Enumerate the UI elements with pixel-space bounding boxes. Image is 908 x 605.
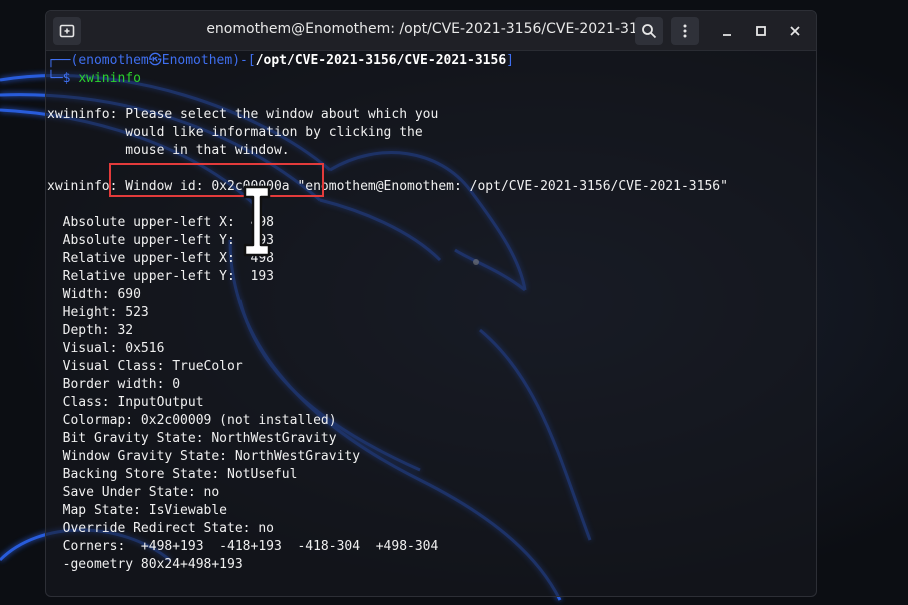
output-line: Visual: 0x516 — [47, 341, 165, 356]
prompt-line-1: ┌──(enomothem㉿Enomothem)-[/opt/CVE-2021-… — [47, 53, 514, 68]
output-line: xwininfo: Please select the window about… — [47, 107, 439, 122]
prompt-line-2: └─$ xwininfo — [47, 71, 141, 86]
output-line: Corners: +498+193 -418+193 -418-304 +498… — [47, 539, 439, 554]
terminal-output[interactable]: ┌──(enomothem㉿Enomothem)-[/opt/CVE-2021-… — [46, 50, 816, 596]
output-line: Relative upper-left X: 498 — [47, 251, 274, 266]
output-line: Relative upper-left Y: 193 — [47, 269, 274, 284]
search-button[interactable] — [635, 17, 663, 45]
output-line: Colormap: 0x2c00009 (not installed) — [47, 413, 337, 428]
text-cursor-icon — [243, 185, 271, 257]
close-icon — [790, 26, 800, 36]
output-line: -geometry 80x24+498+193 — [47, 557, 243, 572]
output-line: Visual Class: TrueColor — [47, 359, 243, 374]
title-bar[interactable]: enomothem@Enomothem: /opt/CVE-2021-3156/… — [46, 11, 816, 51]
output-line: would like information by clicking the — [47, 125, 423, 140]
output-line: Map State: IsViewable — [47, 503, 228, 518]
output-line: Absolute upper-left Y: 193 — [47, 233, 274, 248]
typed-command: xwininfo — [78, 71, 141, 86]
output-line: Window Gravity State: NorthWestGravity — [47, 449, 361, 464]
output-line: Width: 690 — [47, 287, 141, 302]
prompt-user-host: enomothem㉿Enomothem — [78, 53, 233, 68]
output-line: Override Redirect State: no — [47, 521, 274, 536]
prompt-cwd: /opt/CVE-2021-3156/CVE-2021-3156 — [255, 53, 507, 68]
terminal-window[interactable]: enomothem@Enomothem: /opt/CVE-2021-3156/… — [45, 10, 817, 597]
close-button[interactable] — [784, 20, 806, 42]
window-id-highlight-box — [109, 163, 324, 197]
output-line: Class: InputOutput — [47, 395, 204, 410]
output-line: Depth: 32 — [47, 323, 134, 338]
output-line: Border width: 0 — [47, 377, 181, 392]
window-title: enomothem@Enomothem: /opt/CVE-2021-3156/… — [206, 21, 656, 37]
minimize-icon — [723, 34, 731, 36]
output-line: mouse in that window. — [47, 143, 290, 158]
output-line: Absolute upper-left X: 498 — [47, 215, 274, 230]
output-line: Backing Store State: NotUseful — [47, 467, 298, 482]
output-line: Bit Gravity State: NorthWestGravity — [47, 431, 337, 446]
maximize-button[interactable] — [750, 20, 772, 42]
kebab-menu-icon — [683, 24, 687, 38]
search-icon — [642, 24, 657, 39]
output-line: Save Under State: no — [47, 485, 220, 500]
minimize-button[interactable] — [716, 20, 738, 42]
output-line: Height: 523 — [47, 305, 149, 320]
menu-button[interactable] — [671, 17, 699, 45]
maximize-icon — [756, 26, 766, 36]
